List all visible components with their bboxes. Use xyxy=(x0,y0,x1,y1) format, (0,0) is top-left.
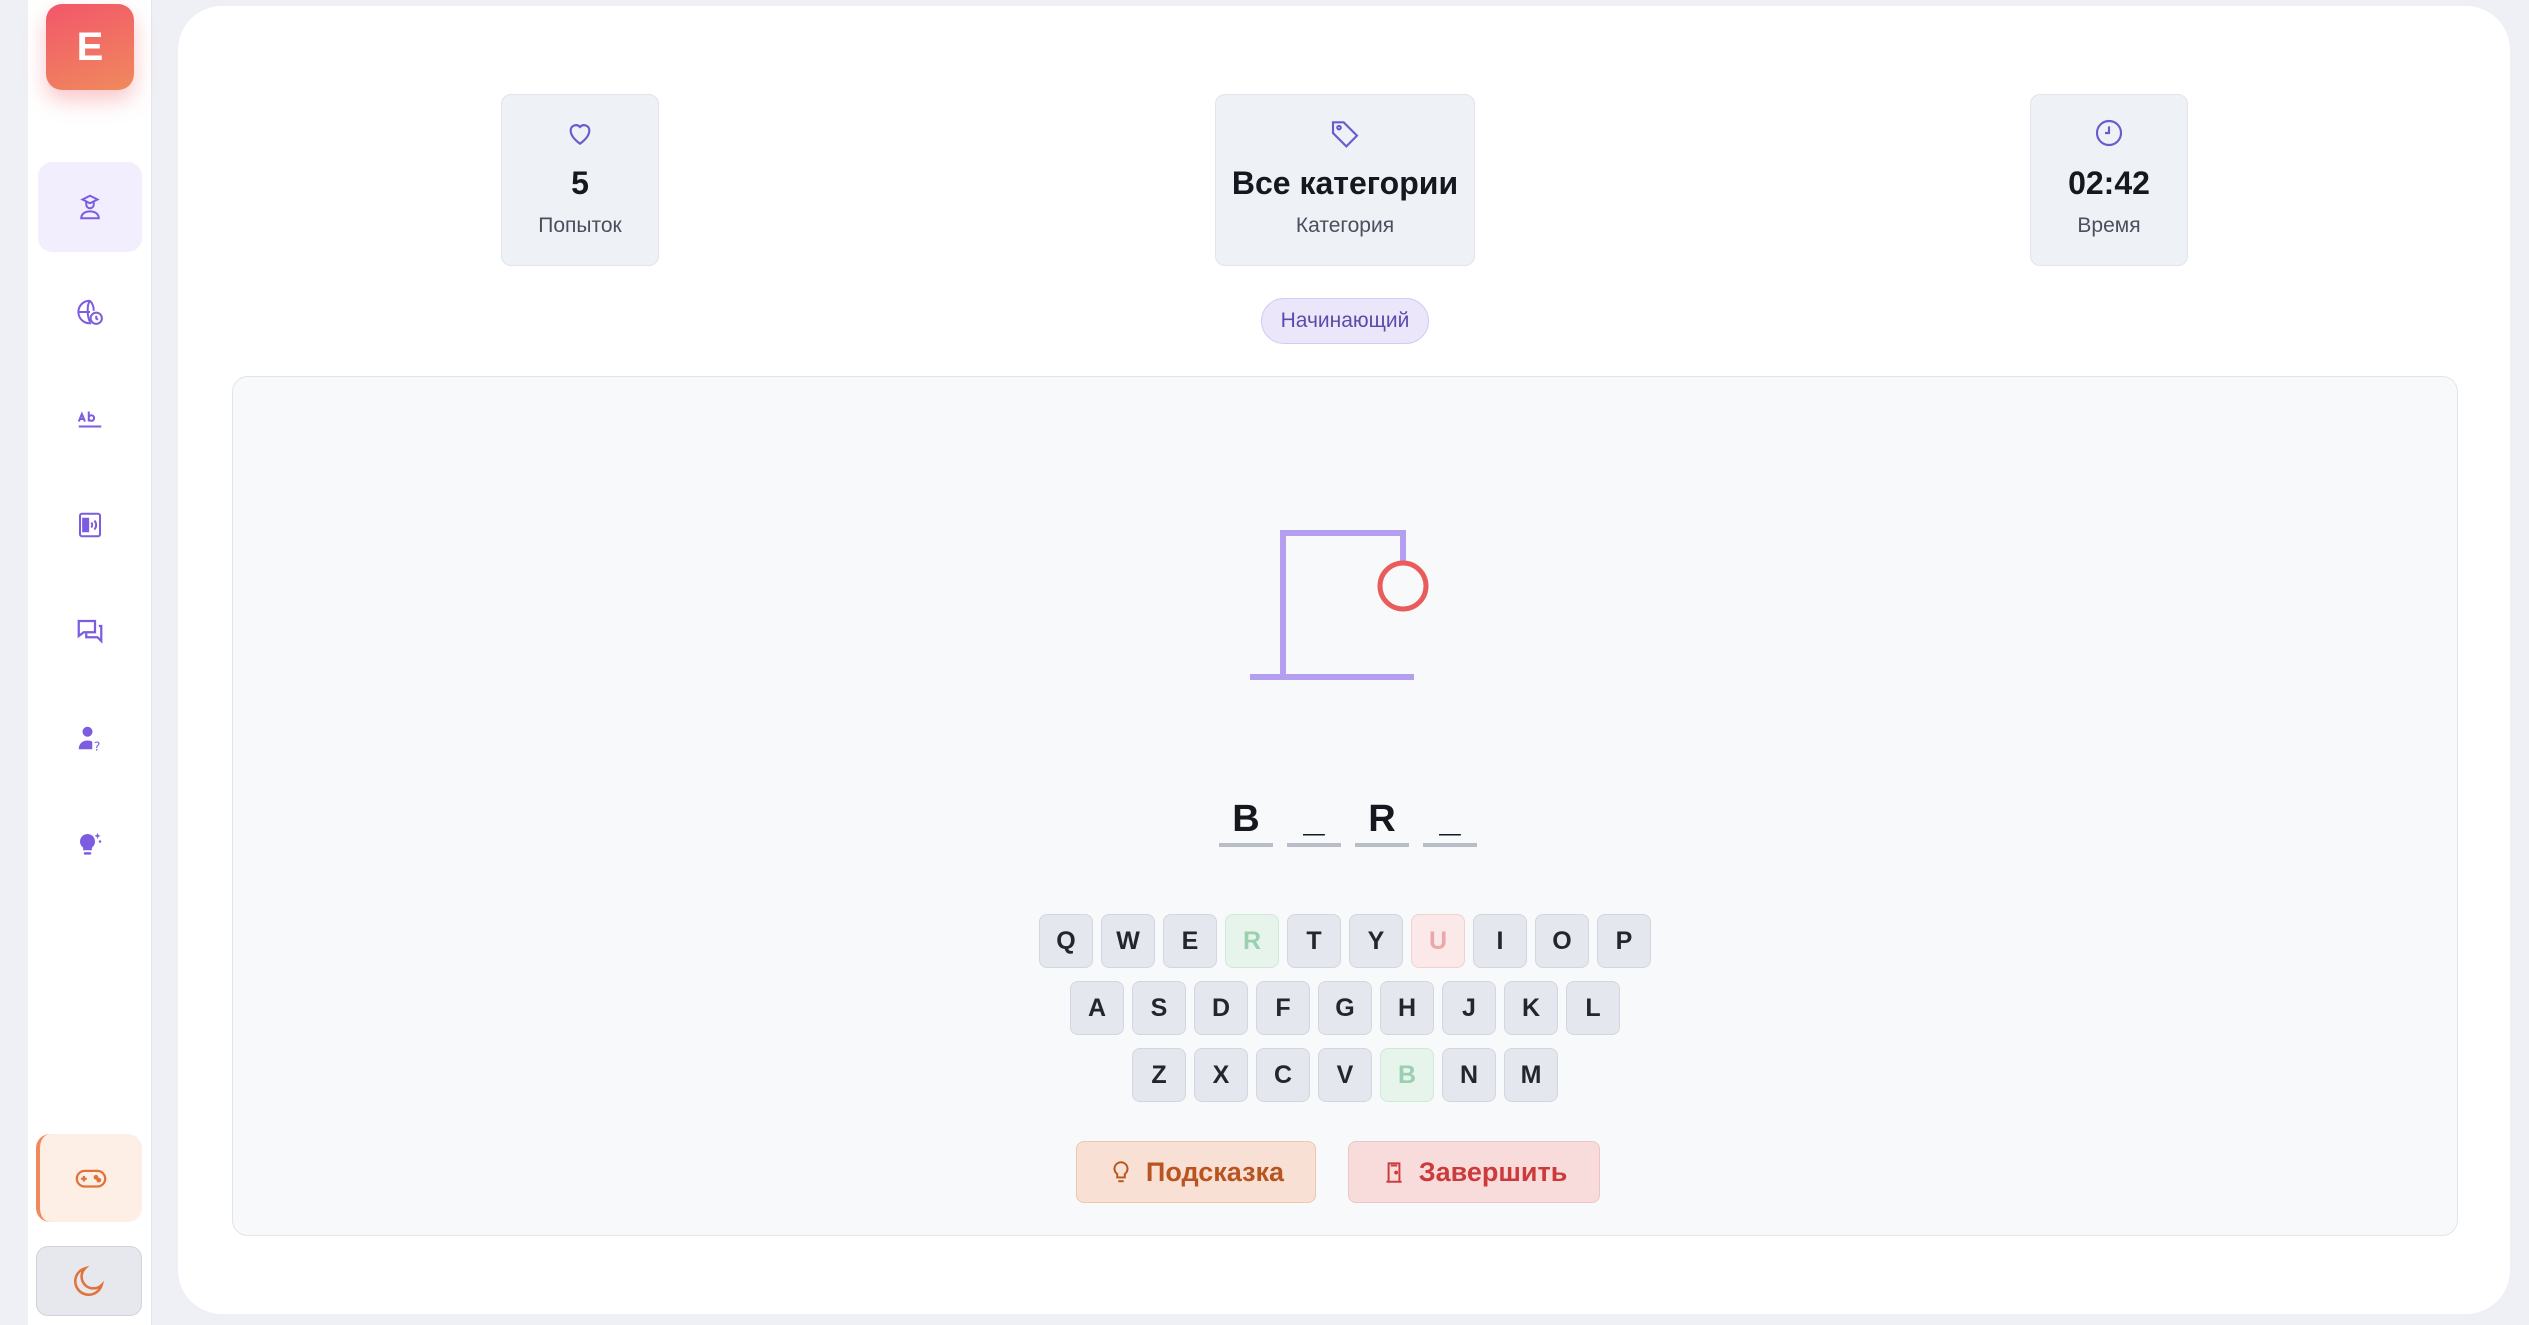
word-slot: _ xyxy=(1423,787,1477,847)
sidebar-item-listening[interactable] xyxy=(38,480,142,570)
key-o[interactable]: O xyxy=(1535,914,1589,968)
sidebar-item-quiz[interactable]: ? xyxy=(38,693,142,783)
key-k[interactable]: K xyxy=(1504,981,1558,1035)
key-v[interactable]: V xyxy=(1318,1048,1372,1102)
keyboard-row-3: ZXCVBNM xyxy=(1132,1048,1558,1102)
hint-button-label: Подсказка xyxy=(1145,1156,1285,1187)
moon-icon xyxy=(74,1265,105,1296)
gamepad-icon xyxy=(75,1169,107,1188)
time-value: 02:42 xyxy=(2068,165,2150,201)
user-question-icon: ? xyxy=(78,726,101,754)
key-x[interactable]: X xyxy=(1194,1048,1248,1102)
key-r[interactable]: R xyxy=(1225,914,1279,968)
key-d[interactable]: D xyxy=(1194,981,1248,1035)
key-j[interactable]: J xyxy=(1442,981,1496,1035)
hangman-board: B _ R _ QWERTYUIOP ASDFGHJKL ZXCVBNM Под… xyxy=(232,376,2458,1236)
sidebar-item-world[interactable] xyxy=(38,267,142,357)
key-a[interactable]: A xyxy=(1070,981,1124,1035)
level-badge: Начинающий xyxy=(1261,298,1429,344)
keyboard-row-1: QWERTYUIOP xyxy=(1039,914,1651,968)
category-value: Все категории xyxy=(1231,165,1459,201)
app-logo[interactable]: E xyxy=(46,4,134,90)
key-b[interactable]: B xyxy=(1380,1048,1434,1102)
key-q[interactable]: Q xyxy=(1039,914,1093,968)
globe-clock-icon xyxy=(77,299,103,325)
lightbulb-icon xyxy=(1113,1161,1129,1183)
ab-text-icon xyxy=(77,411,102,428)
door-exit-icon xyxy=(1386,1162,1402,1183)
sidebar-item-ideas[interactable] xyxy=(38,799,142,889)
game-panel: 5 Попыток Все категории Категория 02:42 … xyxy=(178,6,2510,1314)
key-s[interactable]: S xyxy=(1132,981,1186,1035)
stat-time: 02:42 Время xyxy=(2030,94,2188,266)
attempts-label: Попыток xyxy=(538,214,622,237)
hangman-head xyxy=(1377,560,1429,612)
keyboard-row-2: ASDFGHJKL xyxy=(1070,981,1620,1035)
finish-button-label: Завершить xyxy=(1418,1156,1568,1187)
word-slot: R xyxy=(1355,787,1409,847)
key-l[interactable]: L xyxy=(1566,981,1620,1035)
category-label: Категория xyxy=(1295,214,1395,237)
stat-category: Все категории Категория xyxy=(1215,94,1475,266)
sidebar: E ? xyxy=(28,0,152,1325)
key-p[interactable]: P xyxy=(1597,914,1651,968)
key-g[interactable]: G xyxy=(1318,981,1372,1035)
word-slot: _ xyxy=(1287,787,1341,847)
tag-icon xyxy=(1331,121,1359,148)
audio-card-icon xyxy=(79,512,101,538)
sidebar-item-chat[interactable] xyxy=(38,586,142,676)
stat-attempts: 5 Попыток xyxy=(501,94,659,266)
hangman-drawing xyxy=(1250,530,1429,680)
chat-bubbles-icon xyxy=(77,619,103,644)
key-i[interactable]: I xyxy=(1473,914,1527,968)
sidebar-item-vocabulary[interactable] xyxy=(38,374,142,464)
word-display: B _ R _ xyxy=(1219,787,1477,847)
time-label: Время xyxy=(2077,214,2141,237)
attempts-value: 5 xyxy=(571,165,589,201)
key-m[interactable]: M xyxy=(1504,1048,1558,1102)
game-button[interactable] xyxy=(36,1134,142,1222)
graduation-user-icon xyxy=(80,194,100,220)
key-e[interactable]: E xyxy=(1163,914,1217,968)
finish-button[interactable]: Завершить xyxy=(1348,1141,1600,1203)
key-w[interactable]: W xyxy=(1101,914,1155,968)
lightbulb-sparkle-icon xyxy=(79,832,102,855)
key-u[interactable]: U xyxy=(1411,914,1465,968)
clock-icon xyxy=(2095,119,2123,147)
key-z[interactable]: Z xyxy=(1132,1048,1186,1102)
heart-icon xyxy=(569,124,591,145)
word-slot: B xyxy=(1219,787,1273,847)
theme-toggle-button[interactable] xyxy=(36,1246,142,1316)
hint-button[interactable]: Подсказка xyxy=(1076,1141,1316,1203)
key-t[interactable]: T xyxy=(1287,914,1341,968)
key-c[interactable]: C xyxy=(1256,1048,1310,1102)
key-h[interactable]: H xyxy=(1380,981,1434,1035)
key-n[interactable]: N xyxy=(1442,1048,1496,1102)
sidebar-item-learn[interactable] xyxy=(38,162,142,252)
key-f[interactable]: F xyxy=(1256,981,1310,1035)
svg-text:?: ? xyxy=(94,739,101,754)
key-y[interactable]: Y xyxy=(1349,914,1403,968)
